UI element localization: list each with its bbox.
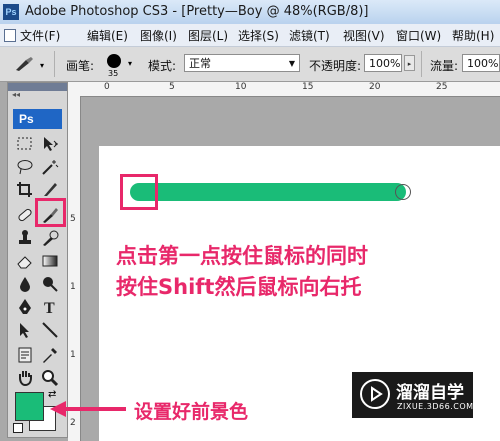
start-point-highlight — [120, 174, 158, 210]
menu-file[interactable]: 文件(F) — [20, 27, 60, 44]
tool-preset-arrow-icon[interactable]: ▾ — [40, 61, 44, 70]
lasso-tool-icon[interactable] — [13, 156, 39, 178]
clone-stamp-tool-icon[interactable] — [13, 227, 39, 249]
document-menu-icon[interactable] — [2, 27, 16, 43]
pen-tool-icon[interactable] — [13, 296, 39, 318]
ruler-tick-label: 15 — [302, 82, 314, 92]
mode-value: 正常 — [189, 57, 211, 70]
history-brush-tool-icon[interactable] — [38, 227, 64, 249]
options-bar: ▾ 画笔: 35 ▾ 模式: 正常 ▼ 不透明度: 100% ▸ 流量: 100… — [0, 47, 500, 82]
photoshop-app-icon: Ps — [3, 4, 19, 20]
instruction-line-2: 按住Shift然后鼠标向右托 — [116, 275, 362, 299]
magic-wand-tool-icon[interactable] — [38, 156, 64, 178]
brush-stroke-line — [130, 183, 406, 201]
blur-tool-icon[interactable] — [13, 273, 39, 295]
gradient-tool-icon[interactable] — [38, 250, 64, 272]
photoshop-logo: Ps — [13, 109, 62, 129]
dodge-tool-icon[interactable] — [38, 273, 64, 295]
menu-filter[interactable]: 滤镜(T) — [289, 27, 330, 44]
ruler-tick-label: 1 — [70, 282, 76, 292]
menu-bar: 文件(F) 编辑(E) 图像(I) 图层(L) 选择(S) 滤镜(T) 视图(V… — [0, 24, 500, 47]
opacity-label: 不透明度: — [309, 59, 362, 73]
brush-label: 画笔: — [66, 59, 95, 73]
ruler-tick-label: 2 — [70, 418, 76, 428]
line-tool-icon[interactable] — [38, 319, 64, 341]
horizontal-ruler[interactable]: 0 5 10 15 20 25 — [80, 82, 500, 97]
opacity-input[interactable]: 100% — [364, 54, 402, 72]
chevron-down-icon: ▼ — [288, 59, 295, 68]
default-colors-icon[interactable] — [13, 423, 23, 433]
marquee-tool-icon[interactable] — [13, 133, 39, 155]
ruler-tick-label: 10 — [235, 82, 247, 92]
move-tool-icon[interactable] — [38, 133, 64, 155]
menu-select[interactable]: 选择(S) — [238, 27, 279, 44]
ruler-tick-label: 20 — [369, 82, 381, 92]
collapse-toolbox-icon[interactable]: ◂◂ — [12, 90, 20, 99]
brush-size: 35 — [108, 69, 119, 78]
eyedropper-tool-icon[interactable] — [38, 344, 64, 366]
ruler-tick-label: 0 — [104, 82, 110, 92]
menu-edit[interactable]: 编辑(E) — [87, 27, 128, 44]
ruler-tick-label: 25 — [436, 82, 448, 92]
brush-cursor — [395, 184, 411, 200]
watermark-title: 溜溜自学 — [396, 383, 464, 403]
flow-label: 流量: — [430, 59, 459, 73]
brush-picker-arrow-icon[interactable]: ▾ — [128, 59, 132, 68]
menu-window[interactable]: 窗口(W) — [396, 27, 441, 44]
instruction-line-1: 点击第一点按住鼠标的同时 — [116, 244, 368, 268]
svg-text:T: T — [44, 300, 55, 316]
menu-help[interactable]: 帮助(H) — [452, 27, 494, 44]
brush-tool-icon[interactable] — [14, 56, 36, 75]
arrow-icon — [50, 401, 126, 417]
foreground-color-swatch[interactable] — [15, 392, 44, 421]
color-hint-label: 设置好前景色 — [134, 401, 249, 423]
type-tool-icon[interactable]: T — [38, 296, 64, 318]
notes-tool-icon[interactable] — [13, 344, 39, 366]
watermark: 溜溜自学 ZIXUE.3D66.COM — [352, 372, 473, 418]
hand-tool-icon[interactable] — [13, 367, 39, 389]
mode-label: 模式: — [148, 59, 177, 73]
mode-select[interactable]: 正常 ▼ — [184, 54, 300, 72]
ruler-tick-label: 1 — [70, 350, 76, 360]
menu-layer[interactable]: 图层(L) — [188, 27, 228, 44]
title-bar: Ps Adobe Photoshop CS3 - [Pretty—Boy @ 4… — [0, 0, 500, 25]
menu-view[interactable]: 视图(V) — [343, 27, 385, 44]
ruler-tick-label: 5 — [169, 82, 175, 92]
brush-preview-icon[interactable] — [107, 54, 121, 68]
path-selection-tool-icon[interactable] — [13, 319, 39, 341]
watermark-url: ZIXUE.3D66.COM — [397, 402, 474, 411]
brush-tool-highlight — [35, 198, 66, 227]
toolbox: ◂◂ Ps T ⇄ — [7, 82, 68, 438]
opacity-slider-arrow-icon[interactable]: ▸ — [404, 55, 415, 71]
menu-image[interactable]: 图像(I) — [140, 27, 177, 44]
ruler-tick-label: 5 — [70, 214, 76, 224]
window-title: Adobe Photoshop CS3 - [Pretty—Boy @ 48%(… — [25, 4, 369, 19]
swap-colors-icon[interactable]: ⇄ — [48, 389, 56, 400]
zoom-tool-icon[interactable] — [38, 367, 64, 389]
flow-input[interactable]: 100% — [462, 54, 500, 72]
vertical-ruler[interactable]: 5 1 1 2 — [68, 96, 81, 441]
eraser-tool-icon[interactable] — [13, 250, 39, 272]
play-logo-icon — [360, 379, 390, 409]
ruler-origin[interactable] — [68, 82, 80, 97]
